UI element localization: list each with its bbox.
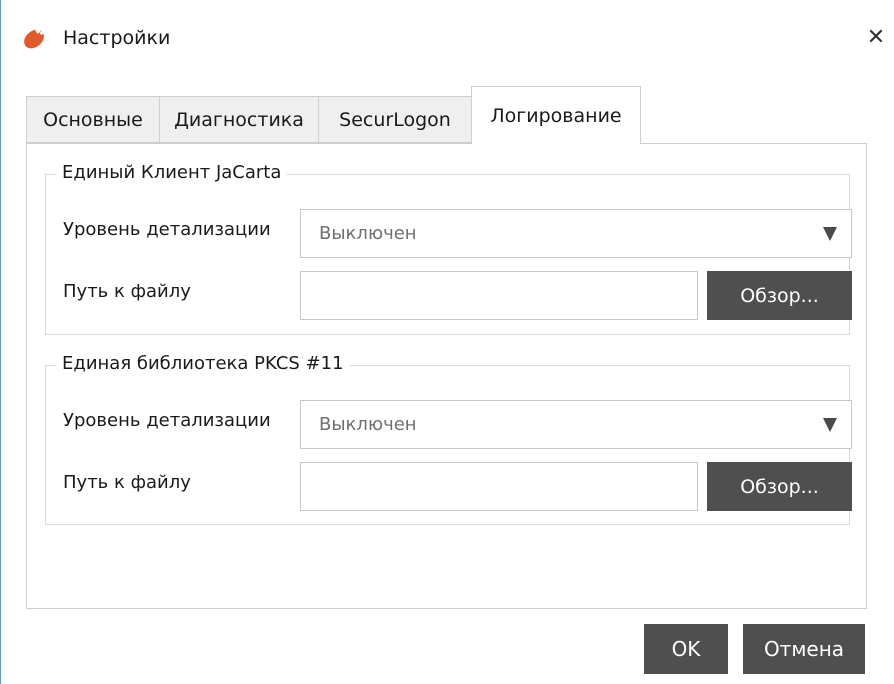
jacarta-logo-icon bbox=[21, 26, 47, 52]
tab-securlogon[interactable]: SecurLogon bbox=[318, 96, 472, 143]
browse-button[interactable]: Обзор... bbox=[707, 271, 852, 320]
tab-logging[interactable]: Логирование bbox=[471, 86, 641, 144]
group-title: Единый Клиент JaCarta bbox=[56, 162, 288, 183]
select-value: Выключен bbox=[319, 223, 417, 244]
tab-panel-logging: Единый Клиент JaCarta Уровень детализаци… bbox=[26, 143, 867, 609]
dropdown-arrow-icon bbox=[823, 227, 837, 241]
browse-button-label: Обзор... bbox=[740, 475, 819, 498]
cancel-button-label: Отмена bbox=[763, 637, 845, 661]
browse-button[interactable]: Обзор... bbox=[707, 462, 852, 511]
tab-label: SecurLogon bbox=[339, 108, 451, 131]
file-path-label: Путь к файлу bbox=[63, 281, 191, 302]
ok-button[interactable]: OK bbox=[644, 624, 728, 674]
cancel-button[interactable]: Отмена bbox=[743, 624, 865, 674]
detail-level-label: Уровень детализации bbox=[63, 410, 271, 431]
group-title: Единая библиотека PKCS #11 bbox=[56, 353, 350, 374]
tab-label: Логирование bbox=[490, 104, 622, 127]
group-pkcs11-library: Единая библиотека PKCS #11 Уровень детал… bbox=[45, 353, 852, 525]
window-title: Настройки bbox=[63, 27, 171, 49]
select-value: Выключен bbox=[319, 414, 417, 435]
dropdown-arrow-icon bbox=[823, 418, 837, 432]
browse-button-label: Обзор... bbox=[740, 284, 819, 307]
group-jacarta-client: Единый Клиент JaCarta Уровень детализаци… bbox=[45, 162, 852, 335]
tab-label: Основные bbox=[43, 108, 143, 131]
detail-level-select[interactable]: Выключен bbox=[300, 400, 852, 449]
file-path-input[interactable] bbox=[300, 271, 698, 320]
settings-dialog: Настройки ✕ Основные Диагностика SecurLo… bbox=[0, 0, 894, 684]
ok-button-label: OK bbox=[671, 637, 701, 661]
detail-level-label: Уровень детализации bbox=[63, 219, 271, 240]
title-bar[interactable]: Настройки ✕ bbox=[1, 0, 894, 80]
tab-diagnostics[interactable]: Диагностика bbox=[159, 96, 319, 143]
detail-level-select[interactable]: Выключен bbox=[300, 209, 852, 258]
file-path-label: Путь к файлу bbox=[63, 472, 191, 493]
tab-label: Диагностика bbox=[174, 108, 304, 131]
tab-general[interactable]: Основные bbox=[26, 96, 160, 143]
close-button[interactable]: ✕ bbox=[861, 22, 891, 52]
file-path-input[interactable] bbox=[300, 462, 698, 511]
close-icon: ✕ bbox=[866, 24, 886, 50]
